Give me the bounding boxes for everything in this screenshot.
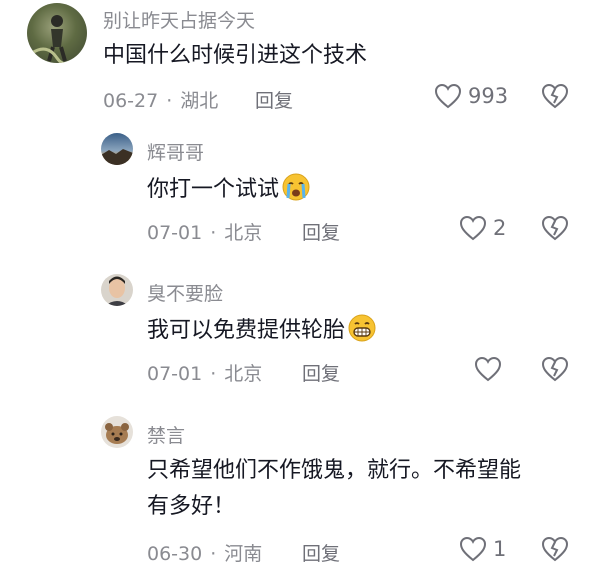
reply-button[interactable]: 回复	[255, 86, 293, 113]
comment-date: 06-27	[103, 90, 159, 112]
avatar[interactable]	[101, 416, 133, 448]
pet-photo-icon	[105, 423, 129, 444]
comment-text-content: 你打一个试试	[147, 177, 280, 202]
comment-date: 06-30	[147, 543, 203, 565]
crying-face-emoji	[281, 172, 311, 202]
landscape-photo-icon	[101, 149, 133, 165]
like-button[interactable]: 1	[459, 536, 506, 562]
comment-username[interactable]: 别让昨天占据今天	[103, 6, 255, 33]
comment-meta: 07-01 · 北京	[147, 218, 262, 245]
comment-location: 北京	[224, 363, 263, 385]
heart-icon	[474, 356, 502, 382]
heart-icon	[459, 215, 487, 241]
reply-button[interactable]: 回复	[302, 218, 340, 245]
grinning-face-emoji	[347, 313, 377, 343]
broken-heart-icon	[541, 83, 569, 109]
comment-location: 湖北	[180, 90, 219, 112]
person-photo-icon	[105, 276, 129, 306]
person-photo-icon	[31, 15, 87, 63]
comment-username[interactable]: 臭不要脸	[147, 279, 223, 306]
separator: ·	[210, 222, 217, 244]
comment-text-line: 有多好！	[147, 494, 236, 519]
separator: ·	[166, 90, 173, 112]
dislike-button[interactable]	[541, 536, 569, 562]
like-button[interactable]: 2	[459, 215, 506, 241]
comment-location: 北京	[224, 222, 263, 244]
comment-text: 我可以免费提供轮胎	[147, 313, 377, 347]
comment-meta: 06-27 · 湖北	[103, 86, 218, 113]
dislike-button[interactable]	[541, 83, 569, 109]
comment-date: 07-01	[147, 222, 203, 244]
broken-heart-icon	[541, 356, 569, 382]
dislike-button[interactable]	[541, 356, 569, 382]
avatar[interactable]	[27, 3, 87, 63]
comment-text: 你打一个试试	[147, 172, 311, 206]
dislike-button[interactable]	[541, 215, 569, 241]
like-button[interactable]	[474, 356, 502, 382]
comment-meta: 07-01 · 北京	[147, 359, 262, 386]
like-button[interactable]: 993	[434, 83, 508, 109]
separator: ·	[210, 363, 217, 385]
avatar[interactable]	[101, 133, 133, 165]
avatar[interactable]	[101, 274, 133, 306]
broken-heart-icon	[541, 536, 569, 562]
comment-username[interactable]: 辉哥哥	[147, 138, 204, 165]
comment-date: 07-01	[147, 363, 203, 385]
heart-icon	[434, 83, 462, 109]
comment-text-content: 我可以免费提供轮胎	[147, 318, 346, 343]
heart-icon	[459, 536, 487, 562]
comment-location: 河南	[224, 543, 263, 565]
separator: ·	[210, 543, 217, 565]
comment-text: 只希望他们不作饿鬼，就行。不希望能 有多好！	[147, 455, 592, 523]
comment-text-line: 只希望他们不作饿鬼，就行。不希望能	[147, 458, 522, 483]
reply-button[interactable]: 回复	[302, 539, 340, 566]
like-count: 993	[468, 84, 509, 108]
reply-button[interactable]: 回复	[302, 359, 340, 386]
like-count: 2	[493, 216, 507, 240]
broken-heart-icon	[541, 215, 569, 241]
like-count: 1	[493, 537, 507, 561]
comment-meta: 06-30 · 河南	[147, 539, 262, 566]
comment-text: 中国什么时候引进这个技术	[103, 43, 368, 68]
comment-username[interactable]: 禁言	[147, 421, 185, 448]
